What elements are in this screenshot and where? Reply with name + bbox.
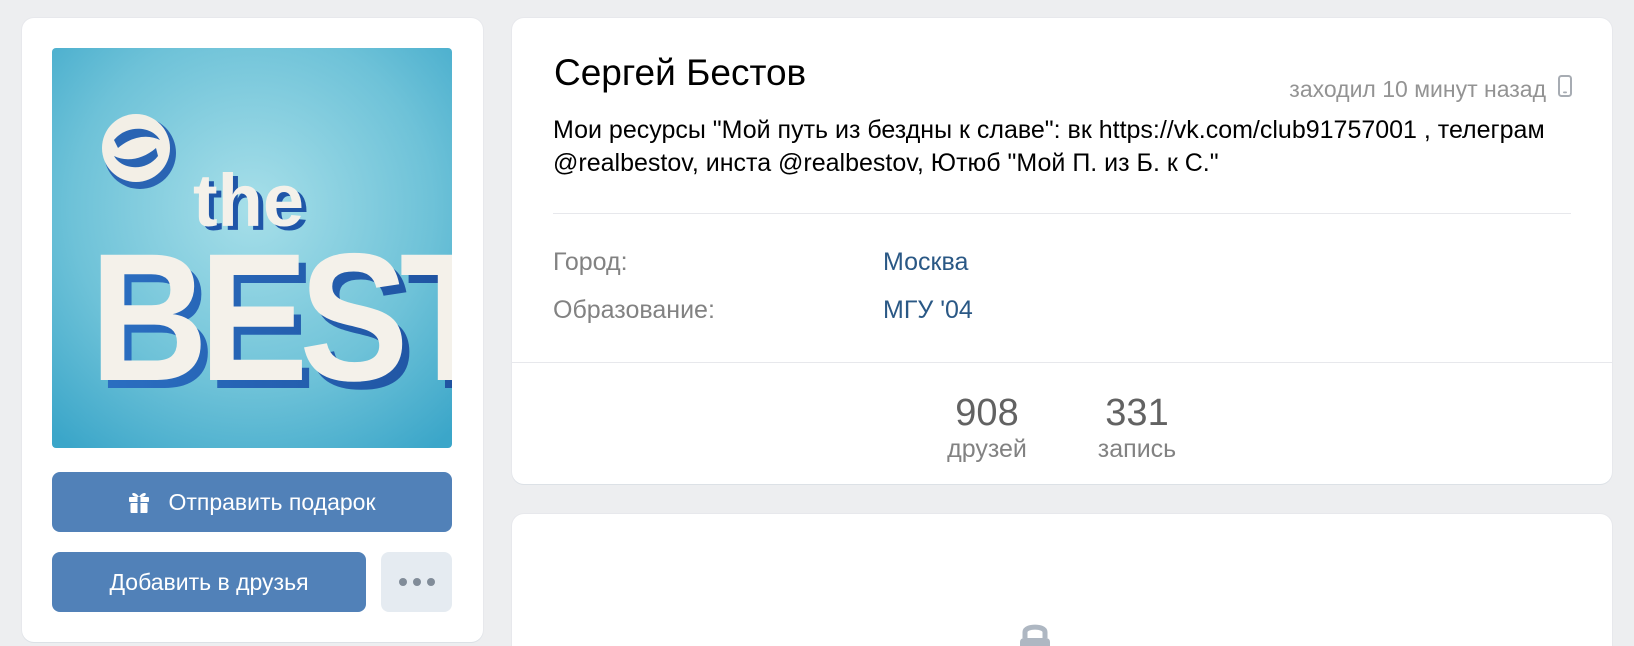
profile-avatar[interactable]: the the BEST BEST (52, 48, 452, 448)
friends-count: 908 (955, 392, 1019, 434)
divider (512, 362, 1612, 363)
posts-counter[interactable]: 331 запись (1077, 392, 1197, 464)
education-label: Образование: (553, 296, 715, 324)
add-friend-button[interactable]: Добавить в друзья (52, 552, 366, 612)
friends-label: друзей (947, 435, 1027, 463)
avatar-text-best: BEST (90, 215, 452, 419)
online-status: заходил 10 минут назад (1289, 75, 1572, 103)
lock-icon (1018, 620, 1052, 646)
send-gift-button[interactable]: Отправить подарок (52, 472, 452, 532)
posts-count: 331 (1105, 392, 1169, 434)
friends-counter[interactable]: 908 друзей (927, 392, 1047, 464)
more-actions-button[interactable] (381, 552, 452, 612)
add-friend-label: Добавить в друзья (109, 568, 309, 595)
city-link[interactable]: Москва (883, 248, 968, 277)
posts-label: запись (1097, 435, 1177, 463)
avatar-image: the the BEST BEST (52, 48, 452, 448)
avatar-card: the the BEST BEST Отправить подарок Доб (22, 18, 483, 642)
mobile-phone-icon (1558, 75, 1572, 103)
profile-name: Сергей Бестов (554, 52, 807, 93)
city-label: Город: (553, 248, 628, 276)
more-dots-icon (398, 578, 435, 586)
profile-page: the the BEST BEST Отправить подарок Доб (0, 0, 1634, 646)
gift-icon (128, 490, 150, 514)
send-gift-label: Отправить подарок (168, 488, 376, 515)
profile-status-text: Мои ресурсы "Мой путь из бездны к славе"… (553, 116, 1545, 177)
profile-info-card: Сергей Бестов заходил 10 минут назад Мои… (512, 18, 1612, 484)
education-link[interactable]: МГУ '04 (883, 296, 973, 325)
last-seen-text: заходил 10 минут назад (1289, 75, 1546, 102)
private-content-card (512, 514, 1612, 646)
divider (553, 213, 1571, 214)
